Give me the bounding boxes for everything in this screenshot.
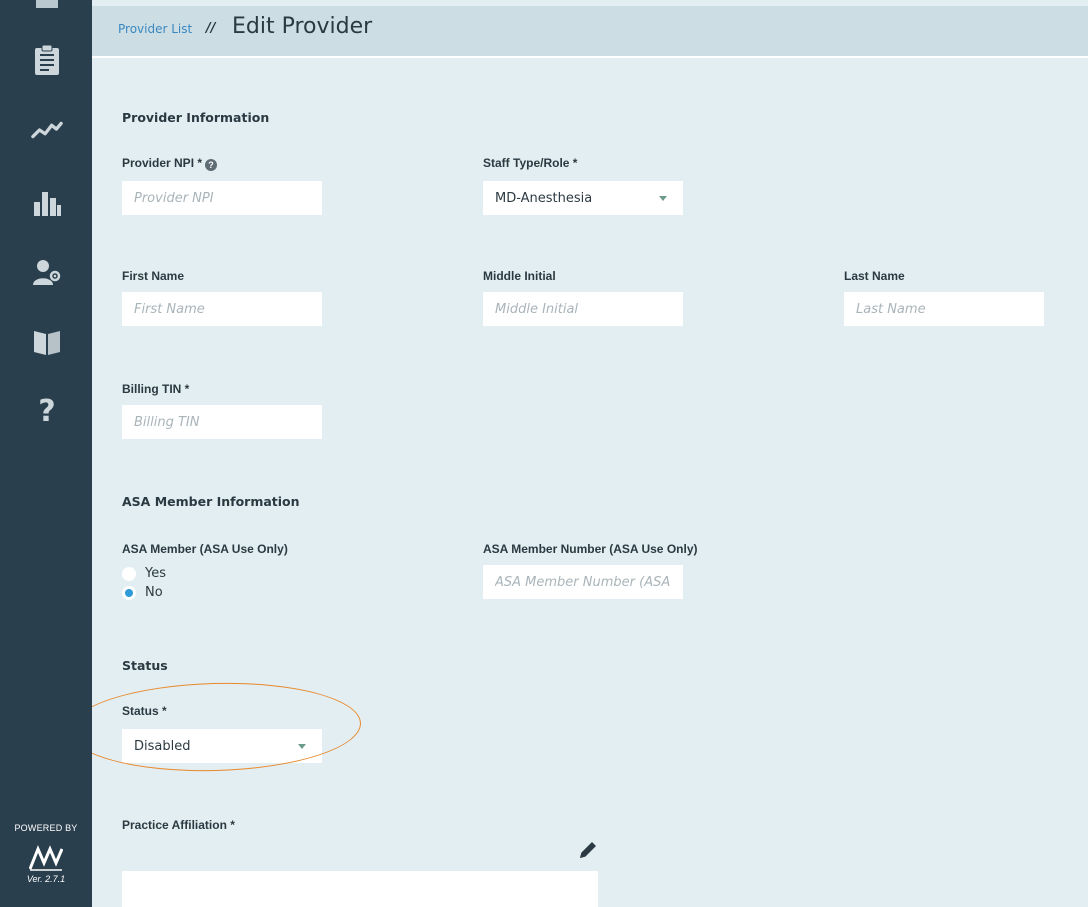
- pencil-icon[interactable]: [577, 839, 599, 861]
- bar-chart-icon[interactable]: [31, 186, 63, 218]
- staff-type-value: MD-Anesthesia: [495, 190, 593, 206]
- asa-member-number-label: ASA Member Number (ASA Use Only): [483, 542, 698, 556]
- brand-logo-icon: [28, 843, 64, 873]
- main-content: Provider List // Edit Provider Provider …: [92, 0, 1088, 907]
- asa-member-number-input[interactable]: [483, 565, 683, 599]
- asa-member-yes-option[interactable]: Yes: [122, 566, 166, 581]
- billing-tin-input[interactable]: [122, 405, 322, 439]
- breadcrumb-provider-list[interactable]: Provider List: [118, 22, 192, 36]
- asa-member-no-label: No: [145, 585, 163, 600]
- provider-npi-label: Provider NPI *?: [122, 156, 218, 171]
- version-label: Ver. 2.7.1: [26, 874, 66, 884]
- powered-by-label: POWERED BY: [14, 823, 78, 833]
- chevron-down-icon: [659, 196, 667, 201]
- middle-initial-input[interactable]: [483, 292, 683, 326]
- first-name-label: First Name: [122, 269, 185, 283]
- staff-type-label: Staff Type/Role *: [483, 156, 578, 170]
- status-section-title: Status: [122, 658, 168, 673]
- trend-line-icon[interactable]: [31, 114, 63, 146]
- page-title: Edit Provider: [232, 14, 373, 39]
- practice-affiliation-label: Practice Affiliation *: [122, 818, 235, 832]
- radio-yes[interactable]: [122, 566, 136, 581]
- provider-npi-input[interactable]: [122, 181, 322, 215]
- help-circle-icon[interactable]: ?: [205, 159, 218, 171]
- asa-member-yes-label: Yes: [145, 566, 166, 581]
- status-select[interactable]: Disabled: [122, 729, 322, 763]
- status-value: Disabled: [134, 738, 191, 754]
- book-icon[interactable]: [31, 326, 63, 358]
- breadcrumb-separator: //: [206, 21, 216, 36]
- middle-initial-label: Middle Initial: [483, 269, 556, 283]
- last-name-label: Last Name: [844, 269, 905, 283]
- chevron-down-icon: [298, 744, 306, 749]
- status-label: Status *: [122, 704, 167, 718]
- page-header: Provider List // Edit Provider: [92, 6, 1088, 58]
- menu-icon[interactable]: [36, 0, 58, 8]
- clipboard-icon[interactable]: [31, 44, 63, 76]
- user-settings-icon[interactable]: [31, 256, 63, 288]
- billing-tin-label: Billing TIN *: [122, 382, 190, 396]
- staff-type-select[interactable]: MD-Anesthesia: [483, 181, 683, 215]
- radio-no[interactable]: [122, 585, 136, 600]
- first-name-input[interactable]: [122, 292, 322, 326]
- asa-member-label: ASA Member (ASA Use Only): [122, 542, 288, 556]
- practice-affiliation-box[interactable]: [122, 871, 598, 907]
- provider-npi-label-text: Provider NPI *: [122, 156, 203, 170]
- sidebar: ? POWERED BY Ver. 2.7.1: [0, 0, 92, 907]
- last-name-input[interactable]: [844, 292, 1044, 326]
- asa-member-no-option[interactable]: No: [122, 585, 163, 600]
- provider-information-title: Provider Information: [122, 110, 270, 125]
- asa-member-information-title: ASA Member Information: [122, 494, 300, 509]
- help-icon[interactable]: ?: [31, 394, 63, 429]
